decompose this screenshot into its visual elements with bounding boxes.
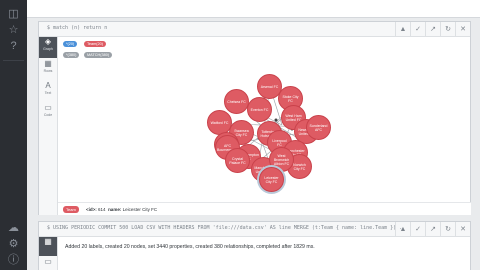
- prop-id-value: 614: [98, 207, 106, 212]
- refresh-icon[interactable]: ↻: [440, 222, 455, 237]
- result-frame-graph: $ match (n) return n ▲ ✓ ↗ ↻ ✕ ◈ Graph ▦…: [38, 21, 471, 215]
- graph-node[interactable]: Everton FC: [247, 97, 272, 122]
- help-icon[interactable]: ?: [6, 40, 21, 53]
- rail-divider: [3, 60, 24, 61]
- cloud-icon[interactable]: ☁: [6, 222, 21, 235]
- view-switcher-2: ▦ ▭: [39, 237, 58, 270]
- pin-icon[interactable]: ▲: [395, 222, 410, 237]
- result-message: Added 20 labels, created 20 nodes, set 3…: [65, 244, 315, 250]
- view-summary-button[interactable]: ▦: [39, 237, 57, 256]
- expand-icon[interactable]: ✓: [410, 222, 425, 237]
- editor-bar[interactable]: [27, 0, 480, 18]
- view-code-button-2[interactable]: ▭: [39, 257, 57, 270]
- frame2-command[interactable]: $ USING PERIODIC COMMIT 500 LOAD CSV WIT…: [47, 225, 402, 231]
- collapse-icon[interactable]: ↗: [425, 222, 440, 237]
- database-icon[interactable]: ◫: [6, 8, 21, 21]
- graph-node[interactable]: Sunderland AFC: [306, 115, 331, 140]
- table-icon: ▦: [44, 237, 52, 246]
- frame2-header: $ USING PERIODIC COMMIT 500 LOAD CSV WIT…: [39, 222, 470, 237]
- star-icon[interactable]: ☆: [6, 24, 21, 37]
- graph-node[interactable]: Crystal Palace FC: [225, 148, 250, 173]
- graph-node-selected[interactable]: Leicester City FC: [259, 167, 284, 192]
- node-inspector: Team <id>: 614 name: Leicester City FC: [58, 202, 471, 215]
- prop-name-value: Leicester City FC: [122, 207, 158, 212]
- code-icon: ▭: [44, 257, 52, 266]
- prop-name-key: name:: [108, 207, 122, 212]
- gear-icon[interactable]: ⚙: [6, 238, 21, 251]
- node-properties: <id>: 614 name: Leicester City FC: [86, 207, 157, 212]
- prop-id-key: <id>:: [86, 207, 97, 212]
- status-label-badge: Team: [63, 206, 79, 213]
- left-sidebar: ◫ ☆ ? ☁ ⚙ ⓘ: [0, 0, 27, 270]
- close-icon[interactable]: ✕: [455, 222, 470, 237]
- graph-canvas[interactable]: Arsenal FC Chelsea FC Everton FC Stoke C…: [39, 22, 472, 202]
- graph-node[interactable]: Chelsea FC: [224, 89, 249, 114]
- info-icon[interactable]: ⓘ: [6, 254, 21, 267]
- result-frame-import: $ USING PERIODIC COMMIT 500 LOAD CSV WIT…: [38, 221, 471, 270]
